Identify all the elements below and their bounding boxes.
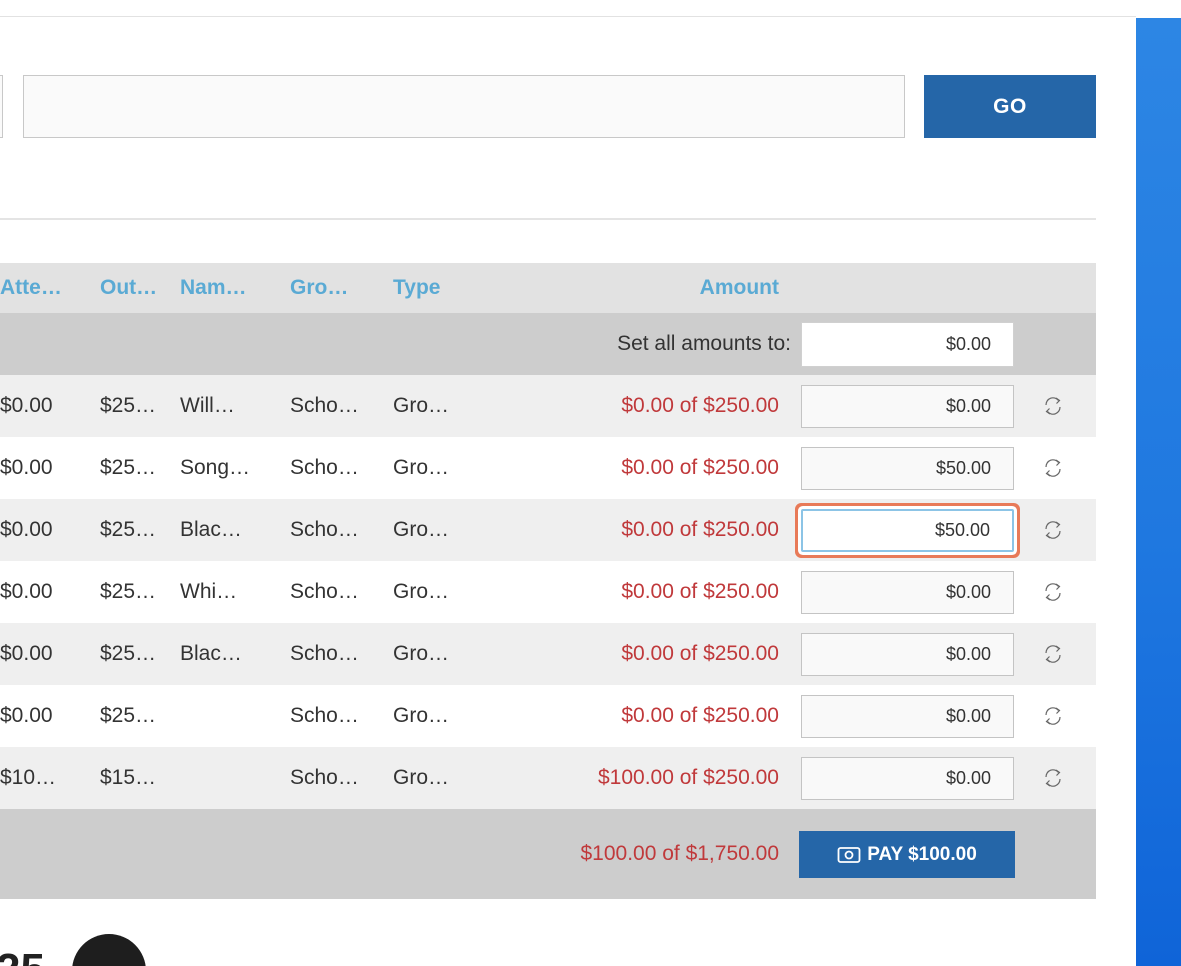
amount-input[interactable] (801, 695, 1014, 738)
cell-type: Gro… (393, 580, 450, 603)
cell-amount: $0.00 of $250.00 (621, 518, 779, 541)
amount-input[interactable] (801, 571, 1014, 614)
payments-table: Atte… Out… Nam… Gro… Type Amount Set all… (0, 263, 1096, 899)
cell-type: Gro… (393, 642, 450, 665)
cell-attended: $0.00 (0, 394, 53, 417)
column-header-outstanding[interactable]: Out… (100, 263, 157, 313)
table-header-row: Atte… Out… Nam… Gro… Type Amount (0, 263, 1096, 313)
cell-name: Blac… (180, 642, 242, 665)
cell-amount: $100.00 of $250.00 (597, 766, 779, 789)
cell-outstanding: $15… (100, 766, 157, 789)
table-body: $0.00 $25… Will… Scho… Gro… $0.00 of $250.00 $… (0, 375, 1096, 809)
cash-icon (837, 846, 861, 863)
amount-input[interactable] (801, 633, 1014, 676)
search-input[interactable] (23, 75, 905, 138)
cell-type: Gro… (393, 518, 450, 541)
filter-input-edge[interactable] (0, 75, 3, 138)
cell-amount: $0.00 of $250.00 (621, 456, 779, 479)
cell-outstanding: $25… (100, 456, 157, 479)
table-row: $0.00 $25… Blac… Scho… Gro… $0.00 of $250.00 (0, 623, 1096, 685)
cell-outstanding: $25… (100, 642, 157, 665)
top-divider (0, 16, 1136, 17)
go-button[interactable]: GO (924, 75, 1096, 138)
cell-amount: $0.00 of $250.00 (621, 580, 779, 603)
cell-attended: $0.00 (0, 518, 53, 541)
amount-input[interactable] (801, 509, 1014, 552)
cell-name: Whi… (180, 580, 238, 603)
cell-group: Scho… (290, 518, 359, 541)
cell-group: Scho… (290, 642, 359, 665)
total-amount: $100.00 of $1,750.00 (580, 842, 779, 865)
cell-group: Scho… (290, 580, 359, 603)
table-row: $0.00 $25… Blac… Scho… Gro… $0.00 of $250.00 (0, 499, 1096, 561)
set-all-row: Set all amounts to: (0, 313, 1096, 375)
pay-button-label: PAY $100.00 (867, 843, 977, 865)
bottom-logo-text: 25 (0, 948, 45, 966)
amount-input[interactable] (801, 385, 1014, 428)
cell-attended: $0.00 (0, 456, 53, 479)
cell-group: Scho… (290, 394, 359, 417)
cell-type: Gro… (393, 704, 450, 727)
table-row: $0.00 $25… Will… Scho… Gro… $0.00 of $250.00 (0, 375, 1096, 437)
cell-attended: $10… (0, 766, 57, 789)
cell-outstanding: $25… (100, 704, 157, 727)
cell-type: Gro… (393, 456, 450, 479)
amount-input[interactable] (801, 757, 1014, 800)
cell-name: Song… (180, 456, 251, 479)
refresh-icon[interactable] (1041, 580, 1065, 604)
column-header-group[interactable]: Gro… (290, 263, 348, 313)
amount-input[interactable] (801, 447, 1014, 490)
cell-outstanding: $25… (100, 394, 157, 417)
cell-attended: $0.00 (0, 642, 53, 665)
refresh-icon[interactable] (1041, 704, 1065, 728)
table-footer-row: $100.00 of $1,750.00 PAY $100.00 (0, 809, 1096, 899)
cell-attended: $0.00 (0, 704, 53, 727)
column-header-attended[interactable]: Atte… (0, 263, 62, 313)
refresh-icon[interactable] (1041, 642, 1065, 666)
pay-button[interactable]: PAY $100.00 (799, 831, 1015, 878)
cell-name: Blac… (180, 518, 242, 541)
refresh-icon[interactable] (1041, 766, 1065, 790)
cell-group: Scho… (290, 704, 359, 727)
cell-name: Will… (180, 394, 235, 417)
column-header-amount[interactable]: Amount (700, 263, 779, 313)
cell-amount: $0.00 of $250.00 (621, 704, 779, 727)
bottom-logo-badge (72, 934, 146, 966)
cell-type: Gro… (393, 766, 450, 789)
cell-outstanding: $25… (100, 580, 157, 603)
table-row: $0.00 $25… Whi… Scho… Gro… $0.00 of $250.00 (0, 561, 1096, 623)
cell-attended: $0.00 (0, 580, 53, 603)
cell-amount: $0.00 of $250.00 (621, 394, 779, 417)
table-row: $0.00 $25… Scho… Gro… $0.00 of $250.00 (0, 685, 1096, 747)
cell-group: Scho… (290, 456, 359, 479)
section-divider (0, 218, 1096, 220)
table-row: $10… $15… Scho… Gro… $100.00 of $250.00 (0, 747, 1096, 809)
refresh-icon[interactable] (1041, 394, 1065, 418)
table-row: $0.00 $25… Song… Scho… Gro… $0.00 of $250.00 (0, 437, 1096, 499)
set-all-amount-input[interactable] (801, 322, 1014, 367)
set-all-label: Set all amounts to: (617, 332, 791, 355)
cell-group: Scho… (290, 766, 359, 789)
column-header-type[interactable]: Type (393, 263, 440, 313)
refresh-icon[interactable] (1041, 518, 1065, 542)
cell-type: Gro… (393, 394, 450, 417)
cell-amount: $0.00 of $250.00 (621, 642, 779, 665)
cell-outstanding: $25… (100, 518, 157, 541)
right-side-panel (1136, 18, 1181, 966)
column-header-name[interactable]: Nam… (180, 263, 247, 313)
refresh-icon[interactable] (1041, 456, 1065, 480)
